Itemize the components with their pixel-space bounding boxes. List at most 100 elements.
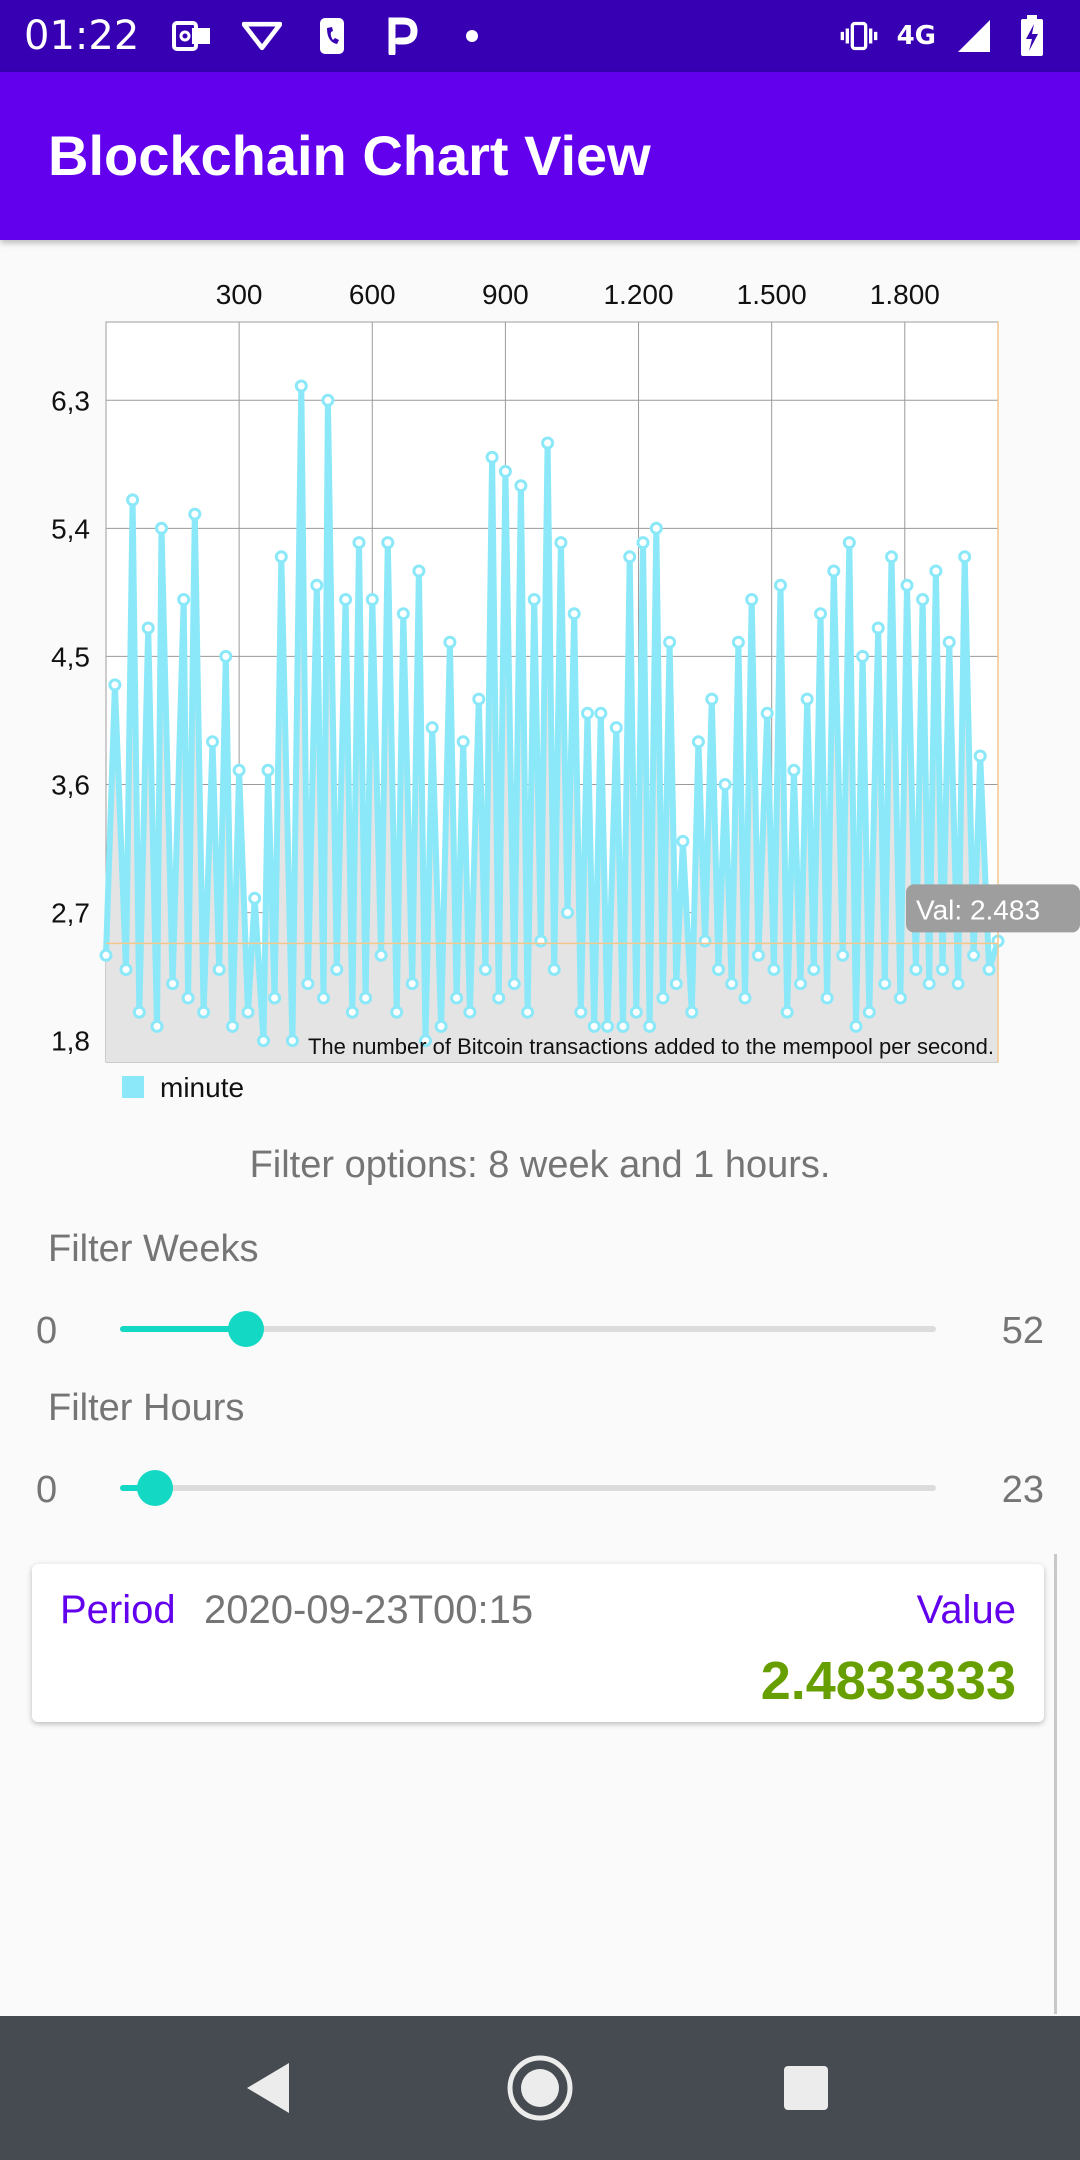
data-point xyxy=(485,450,499,464)
network-label: 4G xyxy=(896,21,936,51)
data-point xyxy=(643,1019,657,1033)
data-point xyxy=(317,991,330,1005)
data-point xyxy=(188,507,202,521)
data-point xyxy=(219,649,233,663)
data-point xyxy=(443,635,457,649)
data-point xyxy=(760,706,774,720)
status-time: 01:22 xyxy=(24,13,140,59)
home-icon xyxy=(507,2055,573,2121)
data-point xyxy=(967,948,981,962)
data-point xyxy=(663,635,677,649)
data-point xyxy=(982,963,996,976)
data-point xyxy=(155,521,168,535)
data-point xyxy=(232,763,246,777)
home-button[interactable] xyxy=(504,2052,576,2124)
app-title: Blockchain Chart View xyxy=(48,124,651,187)
hours-slider[interactable] xyxy=(120,1470,936,1506)
data-point xyxy=(268,991,282,1005)
app-bar: Blockchain Chart View xyxy=(0,72,1080,240)
data-point xyxy=(248,891,262,905)
back-icon xyxy=(247,2063,289,2113)
system-icons: 4G xyxy=(839,10,1052,62)
data-point xyxy=(166,977,180,991)
period-value: 2020-09-23T00:15 xyxy=(204,1588,534,1632)
data-point xyxy=(649,521,663,535)
data-point xyxy=(698,934,712,948)
x-tick-label: 1.500 xyxy=(737,279,807,310)
data-point xyxy=(390,1005,404,1019)
filter-hours-label: Filter Hours xyxy=(48,1387,245,1429)
data-point xyxy=(601,1019,614,1033)
data-point xyxy=(541,436,555,450)
data-point xyxy=(181,991,195,1005)
data-point xyxy=(922,977,936,991)
data-point xyxy=(725,977,739,991)
value-label: Value xyxy=(916,1588,1016,1632)
data-point xyxy=(405,977,419,991)
data-point xyxy=(206,735,219,749)
back-button[interactable] xyxy=(232,2052,304,2124)
weeks-min-label: 0 xyxy=(36,1310,58,1352)
y-tick-label: 2,7 xyxy=(51,898,90,929)
data-point xyxy=(212,963,226,976)
data-point xyxy=(814,607,827,621)
data-point xyxy=(197,1005,211,1019)
data-point xyxy=(478,963,492,976)
data-point xyxy=(731,635,745,649)
data-point xyxy=(751,948,765,962)
data-point xyxy=(463,1005,477,1019)
period-label: Period xyxy=(60,1588,176,1632)
data-point xyxy=(849,1019,863,1033)
data-point xyxy=(594,706,608,720)
data-point xyxy=(339,593,353,606)
data-point xyxy=(132,1005,146,1019)
data-point xyxy=(929,564,943,578)
weeks-slider[interactable] xyxy=(120,1311,936,1347)
data-point xyxy=(623,550,637,564)
legend-swatch-minute xyxy=(122,1076,144,1098)
selected-value-card: Period 2020-09-23T00:15 Value 2.4833333 xyxy=(32,1564,1044,1722)
data-point xyxy=(800,692,814,706)
data-point xyxy=(261,763,275,777)
data-point xyxy=(951,977,965,991)
y-tick-label: 4,5 xyxy=(51,641,90,672)
recents-button[interactable] xyxy=(770,2052,842,2124)
notification-icons xyxy=(172,12,492,60)
data-point xyxy=(871,621,885,635)
status-bar: 01:22 4G xyxy=(0,0,1080,72)
vivo-icon xyxy=(242,18,282,54)
y-tick-label: 1,8 xyxy=(51,1026,90,1057)
battery-charging-icon xyxy=(1012,15,1052,56)
data-point xyxy=(561,906,574,920)
data-point xyxy=(656,991,670,1005)
data-point xyxy=(365,593,379,606)
data-point xyxy=(711,963,725,976)
highlight-marker-label: Val: 2.483 xyxy=(916,894,1040,925)
navigation-bar xyxy=(0,2016,1080,2160)
data-point xyxy=(567,607,581,621)
filter-summary: Filter options: 8 week and 1 hours. xyxy=(249,1144,831,1186)
data-point xyxy=(774,578,787,592)
x-tick-label: 1.800 xyxy=(870,279,940,310)
y-tick-label: 5,4 xyxy=(51,513,90,544)
data-point xyxy=(492,991,506,1005)
data-point xyxy=(893,991,907,1005)
data-point xyxy=(99,948,113,962)
weeks-slider-thumb[interactable] xyxy=(227,1311,264,1347)
data-point xyxy=(310,578,324,592)
data-point xyxy=(425,721,439,735)
data-point xyxy=(521,1005,535,1019)
data-point xyxy=(738,991,752,1005)
hours-slider-thumb[interactable] xyxy=(137,1470,174,1506)
data-point xyxy=(916,593,930,606)
scrollbar[interactable] xyxy=(1054,1554,1057,2014)
data-point xyxy=(629,1005,643,1019)
data-point xyxy=(609,721,623,735)
data-point xyxy=(820,991,834,1005)
data-point xyxy=(241,1005,255,1019)
data-point xyxy=(119,963,133,976)
chart-container[interactable]: 300 600 900 1.200 1.500 1.800 1,8 2,7 3,6 4,5 5,4 6… xyxy=(0,240,1080,1110)
data-point xyxy=(498,464,512,478)
data-point xyxy=(767,963,781,976)
line-chart[interactable]: 300 600 900 1.200 1.500 1.800 1,8 2,7 3,6 4,5 5,4 6… xyxy=(0,240,1080,1110)
